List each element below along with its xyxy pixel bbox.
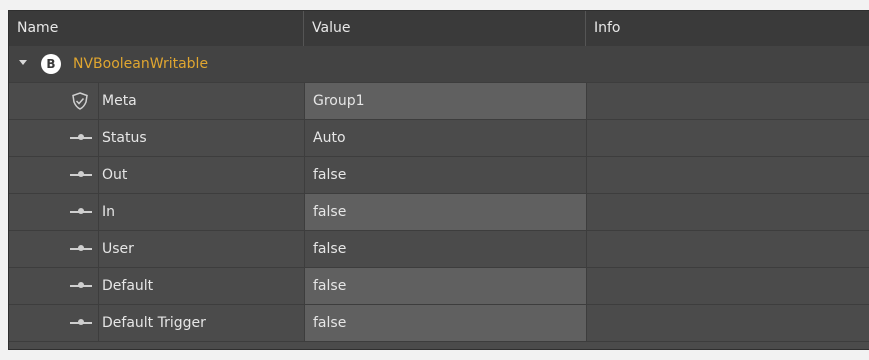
property-row-meta[interactable]: Meta Group1 [9,83,869,120]
slot-icon-area [64,120,98,156]
root-label: NVBooleanWritable [73,56,209,72]
row-info [586,194,869,230]
slot-icon-area [64,231,98,267]
row-info [586,231,869,267]
row-value: false [304,231,586,267]
row-name-cell: Meta [9,83,304,119]
property-row-default-trigger[interactable]: Default Trigger false [9,305,869,342]
slot-icon [70,208,92,214]
slot-icon [70,134,92,140]
root-row[interactable]: B NVBooleanWritable [9,46,869,83]
property-sheet: Name Value Info B NVBooleanWritable Meta… [8,10,869,350]
boolean-badge-icon: B [41,54,61,74]
row-label: Default [98,268,304,304]
slot-icon-area [64,194,98,230]
property-row-user[interactable]: User false [9,231,869,268]
row-name-cell: In [9,194,304,230]
slot-icon-area [64,305,98,341]
slot-icon [70,245,92,251]
row-name-cell: Status [9,120,304,156]
column-header-value[interactable]: Value [304,11,586,46]
column-header: Name Value Info [9,11,869,47]
row-info [586,268,869,304]
property-row-out[interactable]: Out false [9,157,869,194]
row-info [586,305,869,341]
expand-arrow-icon[interactable] [19,60,27,65]
row-label: Status [98,120,304,156]
property-row-in[interactable]: In false [9,194,869,231]
slot-icon-area [64,157,98,193]
row-name-cell: Default Trigger [9,305,304,341]
slot-icon [70,282,92,288]
row-value: false [304,157,586,193]
row-value[interactable]: Group1 [304,83,586,119]
slot-icon-area [64,268,98,304]
row-label: In [98,194,304,230]
row-value[interactable]: false [304,268,586,304]
row-name-cell: User [9,231,304,267]
row-value[interactable]: false [304,305,586,341]
property-row-status[interactable]: Status Auto [9,120,869,157]
row-info [586,120,869,156]
property-row-default[interactable]: Default false [9,268,869,305]
row-name-cell: Default [9,268,304,304]
row-label: Out [98,157,304,193]
row-label: User [98,231,304,267]
row-name-cell: Out [9,157,304,193]
row-label: Default Trigger [98,305,304,341]
slot-icon [70,171,92,177]
shield-check-icon [64,83,98,119]
column-header-name[interactable]: Name [9,11,304,46]
column-header-info[interactable]: Info [586,11,869,46]
row-info [586,157,869,193]
row-value: Auto [304,120,586,156]
slot-icon [70,319,92,325]
root-name-cell: B NVBooleanWritable [9,46,304,82]
row-label: Meta [98,83,304,119]
row-info [586,83,869,119]
row-value[interactable]: false [304,194,586,230]
